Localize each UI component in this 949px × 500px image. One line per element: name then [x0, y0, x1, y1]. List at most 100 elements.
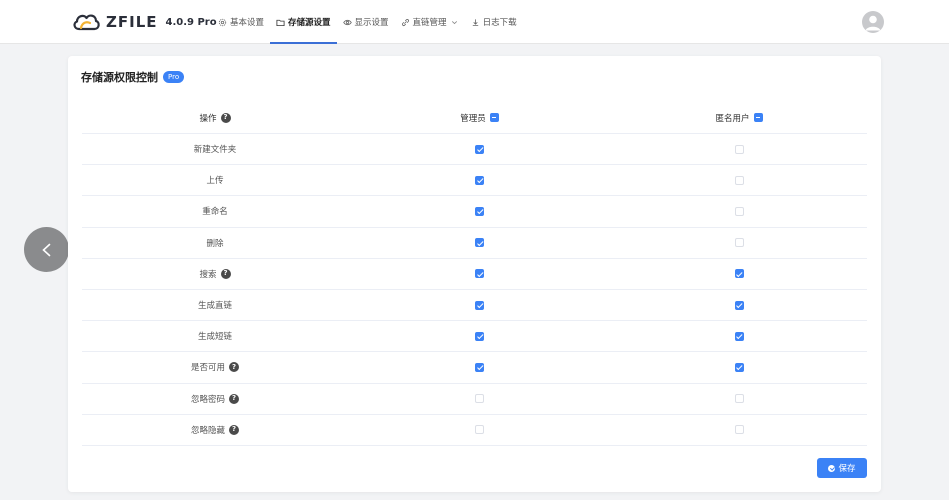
operation-label: 上传 [206, 176, 224, 187]
user-icon [865, 15, 881, 31]
operation-cell: 重命名 [82, 205, 348, 217]
operation-label: 忽略密码 [190, 394, 225, 405]
cloud-logo-icon [73, 14, 100, 31]
nav-item-label: 显示设置 [354, 18, 389, 28]
header-anonymous: 匿名用户 [611, 112, 867, 124]
operation-cell: 忽略隐藏? [82, 424, 348, 436]
table-body: 新建文件夹 上传 重命名 删除 搜索? 生成直链 生成短链 是否可用? 忽略密码? 忽略隐藏? [82, 134, 867, 446]
user-avatar[interactable] [862, 11, 884, 33]
table-row: 上传 [82, 165, 867, 197]
admin-cell [348, 300, 611, 310]
pro-badge: Pro [163, 71, 185, 83]
operation-cell: 删除 [82, 237, 348, 249]
anonymous-checkbox[interactable] [734, 425, 744, 435]
save-button[interactable]: 保存 [817, 458, 867, 478]
table-row: 删除 [82, 228, 867, 259]
anonymous-checkbox[interactable] [734, 144, 744, 154]
table-row: 生成短链 [82, 321, 867, 353]
brand-name: ZFILE [106, 13, 158, 31]
nav-item-storage-settings[interactable]: 存储源设置 [270, 0, 337, 44]
permission-table: 操作 ? 管理员 匿名用户 新建文件夹上传重命名删除搜索? 生成直链生成短链是否可… [82, 102, 867, 446]
help-icon[interactable]: ? [229, 362, 239, 373]
operation-cell: 生成短链 [82, 330, 348, 342]
header-operation-label: 操作 [199, 113, 217, 124]
gear-icon [218, 18, 227, 26]
anonymous-cell [611, 300, 867, 310]
anonymous-select-all-checkbox[interactable] [753, 113, 763, 122]
anonymous-checkbox[interactable] [734, 300, 744, 310]
operation-label: 生成直链 [197, 301, 232, 312]
help-icon[interactable]: ? [229, 393, 239, 404]
anonymous-checkbox[interactable] [734, 362, 744, 372]
admin-cell [348, 206, 611, 216]
admin-cell [348, 238, 611, 248]
help-icon[interactable]: ? [220, 268, 231, 279]
operation-cell: 新建文件夹 [82, 143, 348, 155]
anonymous-checkbox[interactable] [734, 394, 744, 404]
chevron-left-icon [41, 243, 50, 256]
header-operation: 操作 ? [82, 112, 348, 124]
admin-checkbox[interactable] [475, 300, 484, 310]
admin-checkbox[interactable] [475, 331, 484, 341]
anonymous-checkbox[interactable] [734, 269, 744, 279]
nav-item-log-download[interactable]: 日志下载 [465, 0, 523, 44]
nav-item-label: 基本设置 [230, 18, 265, 28]
anonymous-checkbox[interactable] [734, 238, 744, 248]
table-header-row: 操作 ? 管理员 匿名用户 [82, 102, 867, 134]
nav-item-basic-settings[interactable]: 基本设置 [212, 0, 270, 44]
help-icon[interactable]: ? [229, 424, 239, 435]
header-anonymous-label: 匿名用户 [715, 113, 750, 124]
operation-cell: 忽略密码? [82, 393, 348, 405]
anonymous-cell [611, 362, 867, 372]
page-title: 存储源权限控制 Pro [81, 69, 185, 85]
admin-checkbox[interactable] [475, 175, 484, 185]
save-button-label: 保存 [838, 464, 856, 474]
table-row: 是否可用? [82, 352, 867, 384]
operation-cell: 搜索? [82, 268, 348, 280]
main-nav: 基本设置 存储源设置 显示设置 直链管理 日志下载 [212, 0, 523, 44]
nav-item-display-settings[interactable]: 显示设置 [337, 0, 395, 44]
operation-cell: 是否可用? [82, 361, 348, 373]
operation-cell: 上传 [82, 174, 348, 186]
anonymous-checkbox[interactable] [734, 175, 744, 185]
admin-cell [348, 144, 611, 154]
nav-item-label: 存储源设置 [288, 18, 331, 28]
table-row: 忽略隐藏? [82, 415, 867, 446]
eye-icon [342, 19, 352, 25]
operation-label: 删除 [206, 238, 224, 249]
admin-checkbox[interactable] [475, 362, 484, 372]
nav-item-direct-link-management[interactable]: 直链管理 [395, 0, 465, 44]
table-row: 搜索? [82, 259, 867, 290]
brand-version: 4.0.9 Pro [165, 16, 217, 28]
operation-cell: 生成直链 [82, 299, 348, 311]
operation-label: 忽略隐藏 [190, 425, 225, 436]
admin-checkbox[interactable] [475, 206, 484, 216]
chevron-down-icon [451, 20, 457, 24]
brand[interactable]: ZFILE 4.0.9 Pro [72, 11, 217, 33]
operation-label: 生成短链 [197, 332, 232, 343]
page-title-text: 存储源权限控制 [81, 71, 158, 84]
nav-item-label: 直链管理 [412, 18, 447, 28]
admin-select-all-checkbox[interactable] [489, 113, 499, 122]
admin-cell [348, 269, 611, 279]
operation-label: 搜索 [199, 269, 217, 280]
admin-cell [348, 425, 611, 435]
admin-checkbox[interactable] [475, 238, 484, 248]
header-admin-label: 管理员 [460, 113, 486, 124]
anonymous-checkbox[interactable] [734, 331, 744, 341]
admin-checkbox[interactable] [475, 269, 484, 279]
anonymous-cell [611, 425, 867, 435]
back-button[interactable] [24, 227, 69, 272]
check-circle-icon [828, 464, 836, 472]
admin-checkbox[interactable] [475, 425, 484, 435]
anonymous-cell [611, 238, 867, 248]
admin-cell [348, 362, 611, 372]
admin-checkbox[interactable] [475, 394, 484, 404]
anonymous-cell [611, 269, 867, 279]
admin-checkbox[interactable] [475, 144, 484, 154]
anonymous-cell [611, 144, 867, 154]
operation-label: 新建文件夹 [193, 145, 237, 156]
help-icon[interactable]: ? [220, 112, 231, 123]
download-icon [472, 18, 478, 26]
anonymous-checkbox[interactable] [734, 206, 744, 216]
